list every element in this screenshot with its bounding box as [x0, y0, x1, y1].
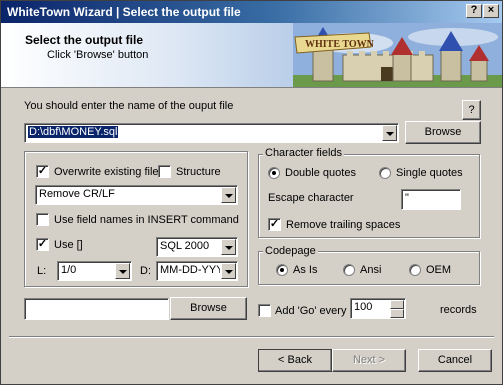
- as-is-label[interactable]: As Is: [293, 264, 317, 276]
- window-title: WhiteTown Wizard | Select the output fil…: [7, 5, 241, 19]
- logical-format-dropdown-arrow-icon[interactable]: [115, 263, 130, 279]
- secondary-file-input[interactable]: [24, 298, 169, 320]
- header-title: Select the output file: [25, 33, 144, 47]
- output-path-combo[interactable]: D:\dbf\MONEY.sql: [24, 123, 399, 143]
- use-brackets-checkbox[interactable]: ✓: [36, 238, 49, 251]
- help-button[interactable]: ?: [462, 100, 481, 120]
- spin-up-arrow-icon[interactable]: [390, 300, 404, 309]
- overwrite-checkbox[interactable]: ✓: [36, 165, 49, 178]
- back-button[interactable]: < Back: [258, 349, 332, 372]
- records-label: records: [440, 304, 477, 316]
- sql-version-value: SQL 2000: [160, 240, 210, 252]
- spin-down-arrow-icon[interactable]: [390, 309, 404, 318]
- browse-output-button[interactable]: Browse: [405, 121, 481, 144]
- add-go-checkbox[interactable]: [258, 304, 271, 317]
- close-button[interactable]: ×: [483, 4, 499, 18]
- remove-trailing-label[interactable]: Remove trailing spaces: [286, 219, 400, 231]
- as-is-radio[interactable]: [276, 264, 288, 276]
- svg-text:WHITE TOWN: WHITE TOWN: [305, 39, 375, 50]
- wizard-header: Select the output file Click 'Browse' bu…: [1, 23, 502, 88]
- single-quotes-label[interactable]: Single quotes: [396, 167, 463, 179]
- codepage-legend: Codepage: [263, 245, 318, 257]
- next-button[interactable]: Next >: [332, 349, 406, 372]
- output-path-value: D:\dbf\MONEY.sql: [28, 126, 119, 138]
- line-end-select[interactable]: Remove CR/LF: [35, 185, 238, 205]
- character-fields-legend: Character fields: [263, 147, 345, 159]
- logical-format-select[interactable]: 1/0: [57, 261, 132, 281]
- ansi-radio[interactable]: [343, 264, 355, 276]
- sql-version-select[interactable]: SQL 2000: [156, 237, 238, 257]
- line-end-dropdown-arrow-icon[interactable]: [221, 187, 236, 203]
- structure-label[interactable]: Structure: [176, 166, 221, 178]
- wizard-window: WhiteTown Wizard | Select the output fil…: [0, 0, 503, 385]
- ansi-label[interactable]: Ansi: [360, 264, 381, 276]
- records-value: 100: [354, 301, 373, 313]
- field-names-checkbox[interactable]: [36, 213, 49, 226]
- logical-format-value: 1/0: [61, 264, 77, 276]
- output-prompt-label: You should enter the name of the ouput f…: [24, 100, 234, 112]
- double-quotes-label[interactable]: Double quotes: [285, 167, 356, 179]
- double-quotes-radio[interactable]: [268, 167, 280, 179]
- cancel-button[interactable]: Cancel: [418, 349, 492, 372]
- date-format-select[interactable]: MM-DD-YYYY: [156, 261, 238, 281]
- footer-divider: [9, 336, 494, 338]
- remove-trailing-checkbox[interactable]: ✓: [268, 218, 281, 231]
- structure-checkbox[interactable]: [158, 165, 171, 178]
- header-subtitle: Click 'Browse' button: [47, 49, 149, 61]
- date-format-label: D:: [140, 265, 151, 277]
- castle-logo-icon: WHITE TOWN: [293, 23, 502, 87]
- overwrite-label[interactable]: Overwrite existing file: [54, 166, 159, 178]
- oem-radio[interactable]: [409, 264, 421, 276]
- date-format-dropdown-arrow-icon[interactable]: [221, 263, 236, 279]
- logical-format-label: L:: [37, 265, 47, 277]
- combo-dropdown-arrow-icon[interactable]: [382, 125, 397, 141]
- add-go-label[interactable]: Add 'Go' every: [275, 305, 346, 317]
- line-end-value: Remove CR/LF: [39, 188, 115, 200]
- escape-character-input[interactable]: ": [401, 189, 461, 210]
- title-bar[interactable]: WhiteTown Wizard | Select the output fil…: [1, 1, 502, 23]
- date-format-value: MM-DD-YYYY: [160, 264, 220, 276]
- use-brackets-label[interactable]: Use []: [54, 239, 83, 251]
- help-title-button[interactable]: ?: [466, 4, 482, 18]
- browse-secondary-button[interactable]: Browse: [170, 297, 247, 320]
- sql-version-dropdown-arrow-icon[interactable]: [221, 239, 236, 255]
- records-spinner[interactable]: 100: [350, 298, 406, 319]
- oem-label[interactable]: OEM: [426, 264, 451, 276]
- field-names-label[interactable]: Use field names in INSERT command: [54, 214, 239, 226]
- single-quotes-radio[interactable]: [379, 167, 391, 179]
- escape-character-label: Escape character: [268, 192, 354, 204]
